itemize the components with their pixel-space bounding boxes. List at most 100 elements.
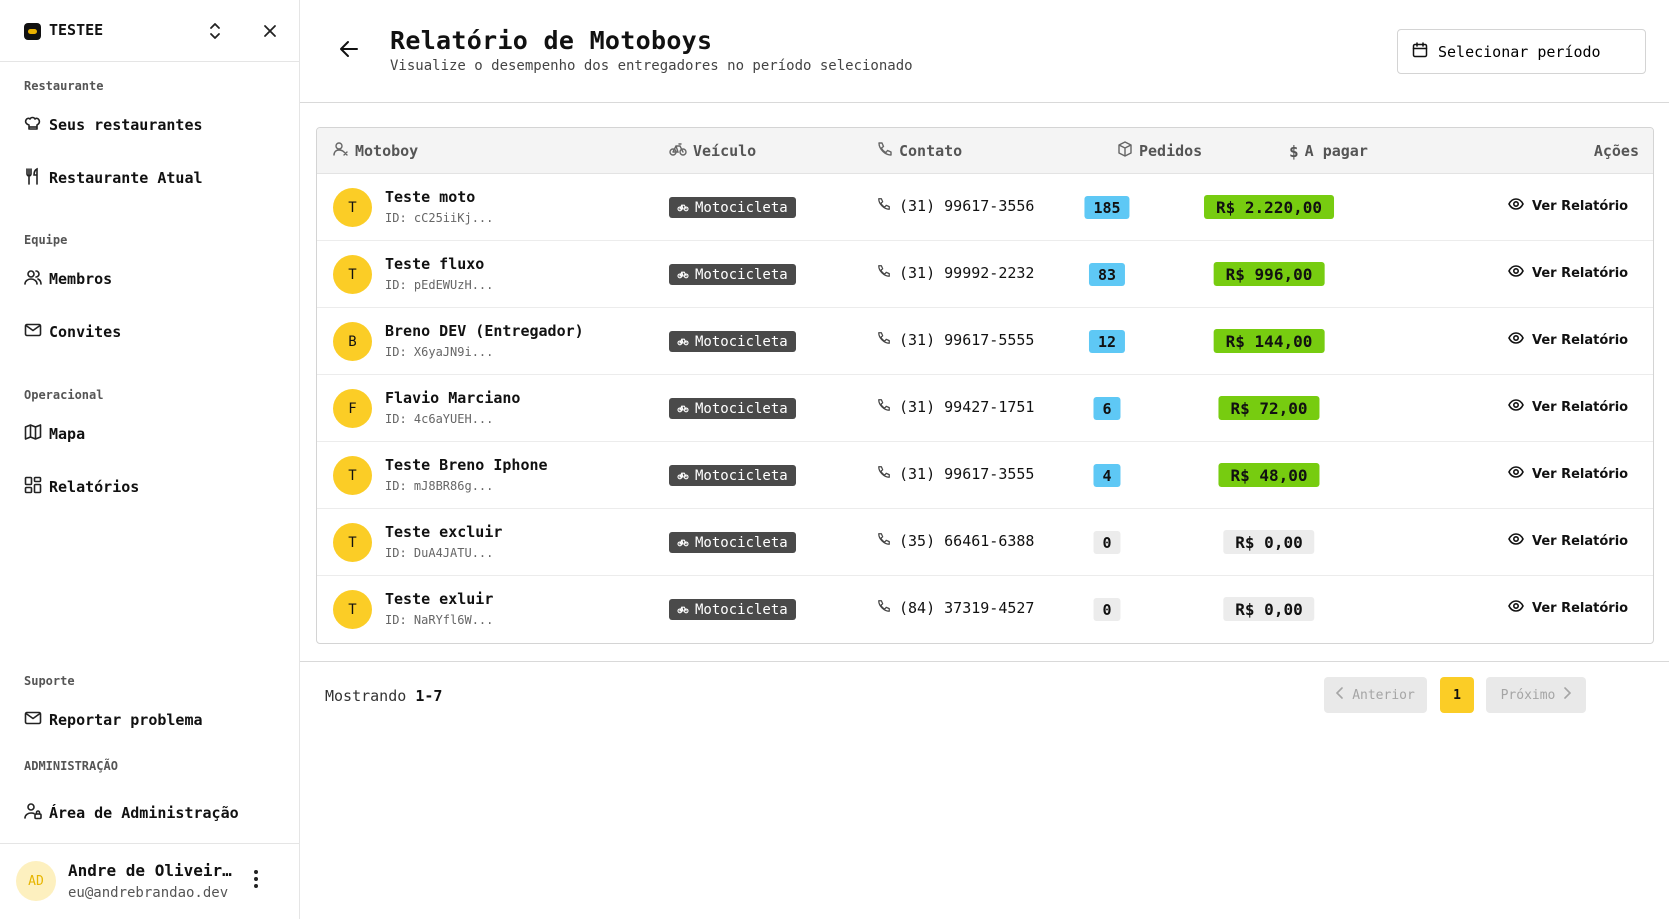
vehicle-badge: Motocicleta <box>669 532 796 553</box>
column-header-label: Motoboy <box>355 142 419 160</box>
section-label-administracao: ADMINISTRAÇÃO <box>24 759 118 773</box>
motoboy-name: Teste Breno Iphone <box>385 456 548 474</box>
pagination-summary: Mostrando 1-7 <box>325 687 442 705</box>
motoboy-id: ID: mJ8BR86g... <box>385 479 494 493</box>
motoboy-id: ID: cC25iiKj... <box>385 211 494 225</box>
view-report-button[interactable]: Ver Relatório <box>1508 198 1628 214</box>
amount-due-badge: R$ 996,00 <box>1213 262 1325 286</box>
column-header-label: Pedidos <box>1139 142 1203 160</box>
mail-icon <box>24 709 42 731</box>
utensils-icon <box>24 167 42 189</box>
motoboy-name: Breno DEV (Entregador) <box>385 322 584 340</box>
table-row: T Teste moto ID: cC25iiKj... Motocicleta… <box>317 174 1653 241</box>
bike-icon <box>677 602 689 618</box>
sidebar-item-area-administracao[interactable]: Área de Administração <box>24 796 274 830</box>
phone-number: (31) 99617-3556 <box>899 197 1035 215</box>
sidebar-item-label: Restaurante Atual <box>49 169 203 187</box>
sidebar-item-restaurante-atual[interactable]: Restaurante Atual <box>24 161 274 195</box>
previous-page-button[interactable]: Anterior <box>1324 677 1427 713</box>
view-report-label: Ver Relatório <box>1532 399 1629 415</box>
more-vertical-icon[interactable] <box>253 869 259 893</box>
phone-icon <box>877 197 891 215</box>
view-report-label: Ver Relatório <box>1532 600 1629 616</box>
view-report-button[interactable]: Ver Relatório <box>1508 265 1628 281</box>
amount-due-badge: R$ 0,00 <box>1223 597 1315 621</box>
user-x-icon <box>333 141 349 161</box>
orders-badge: 83 <box>1088 263 1126 286</box>
phone-icon <box>877 599 891 617</box>
sidebar-item-membros[interactable]: Membros <box>24 262 274 296</box>
view-report-button[interactable]: Ver Relatório <box>1508 332 1628 348</box>
sidebar-item-label: Reportar problema <box>49 711 203 729</box>
view-report-button[interactable]: Ver Relatório <box>1508 399 1628 415</box>
eye-icon <box>1508 265 1524 281</box>
user-email: eu@andrebrandao.dev <box>68 885 229 901</box>
vehicle-badge: Motocicleta <box>669 197 796 218</box>
view-report-button[interactable]: Ver Relatório <box>1508 466 1628 482</box>
avatar: T <box>333 255 372 294</box>
previous-page-label: Anterior <box>1352 687 1415 703</box>
table-header: Motoboy Veículo Contato Pedidos $ A paga… <box>317 128 1653 174</box>
vehicle-badge: Motocicleta <box>669 398 796 419</box>
showing-range: 1-7 <box>415 687 443 705</box>
select-period-button[interactable]: Selecionar período <box>1397 29 1646 74</box>
page-subtitle: Visualize o desempenho dos entregadores … <box>390 58 913 74</box>
sidebar-item-label: Seus restaurantes <box>49 116 203 134</box>
arrow-left-icon[interactable] <box>338 38 360 64</box>
table-row: T Teste exluir ID: NaRYfl6W... Motocicle… <box>317 576 1653 643</box>
select-period-label: Selecionar período <box>1438 42 1601 61</box>
sidebar-item-label: Relatórios <box>49 478 140 496</box>
view-report-button[interactable]: Ver Relatório <box>1508 533 1628 549</box>
sidebar-item-seus-restaurantes[interactable]: Seus restaurantes <box>24 108 274 142</box>
dollar-icon: $ <box>1289 141 1299 161</box>
sidebar-item-label: Convites <box>49 323 122 341</box>
table-row: T Teste fluxo ID: pEdEWUzH... Motociclet… <box>317 241 1653 308</box>
sidebar-item-relatorios[interactable]: Relatórios <box>24 470 274 504</box>
phone-number: (35) 66461-6388 <box>899 532 1035 550</box>
phone-number: (31) 99617-5555 <box>899 331 1035 349</box>
bike-icon <box>677 267 689 283</box>
phone-icon <box>877 532 891 550</box>
column-header-motoboy: Motoboy <box>333 128 418 174</box>
org-switcher[interactable]: TESTEE <box>0 0 299 62</box>
close-icon[interactable] <box>258 19 282 43</box>
sidebar-item-convites[interactable]: Convites <box>24 315 274 349</box>
orders-badge: 12 <box>1088 330 1126 353</box>
motoboy-name: Teste excluir <box>385 523 503 541</box>
map-icon <box>24 423 42 445</box>
table-row: T Teste excluir ID: DuA4JATU... Motocicl… <box>317 509 1653 576</box>
column-header-a-pagar: $ A pagar <box>1289 128 1368 174</box>
orders-badge: 4 <box>1093 464 1121 487</box>
chevrons-up-down-icon[interactable] <box>203 19 227 43</box>
contact-phone: (31) 99617-5555 <box>877 331 1034 349</box>
amount-due-badge: R$ 144,00 <box>1213 329 1325 353</box>
bike-icon <box>677 334 689 350</box>
user-lock-icon <box>24 802 42 824</box>
phone-number: (84) 37319-4527 <box>899 599 1035 617</box>
avatar: F <box>333 389 372 428</box>
eye-icon <box>1508 332 1524 348</box>
phone-icon <box>877 465 891 483</box>
view-report-label: Ver Relatório <box>1532 533 1629 549</box>
motoboy-id: ID: 4c6aYUEH... <box>385 412 494 426</box>
phone-icon <box>877 398 891 416</box>
vehicle-label: Motocicleta <box>695 266 788 283</box>
package-icon <box>1117 141 1133 161</box>
vehicle-badge: Motocicleta <box>669 465 796 486</box>
vehicle-label: Motocicleta <box>695 199 788 216</box>
view-report-button[interactable]: Ver Relatório <box>1508 600 1628 616</box>
section-label-restaurante: Restaurante <box>24 79 104 93</box>
table-row: F Flavio Marciano ID: 4c6aYUEH... Motoci… <box>317 375 1653 442</box>
next-page-button[interactable]: Próximo <box>1486 677 1586 713</box>
page-button-current[interactable]: 1 <box>1440 677 1474 713</box>
view-report-label: Ver Relatório <box>1532 265 1629 281</box>
sidebar: TESTEE Restaurante Seus restaurantes Res… <box>0 0 300 919</box>
column-header-contato: Contato <box>877 128 962 174</box>
vehicle-label: Motocicleta <box>695 400 788 417</box>
avatar: T <box>333 456 372 495</box>
section-label-equipe: Equipe <box>24 233 68 247</box>
org-logo-icon <box>24 23 41 40</box>
sidebar-item-mapa[interactable]: Mapa <box>24 417 274 451</box>
sidebar-item-reportar-problema[interactable]: Reportar problema <box>24 703 274 737</box>
section-label-operacional: Operacional <box>24 388 104 402</box>
